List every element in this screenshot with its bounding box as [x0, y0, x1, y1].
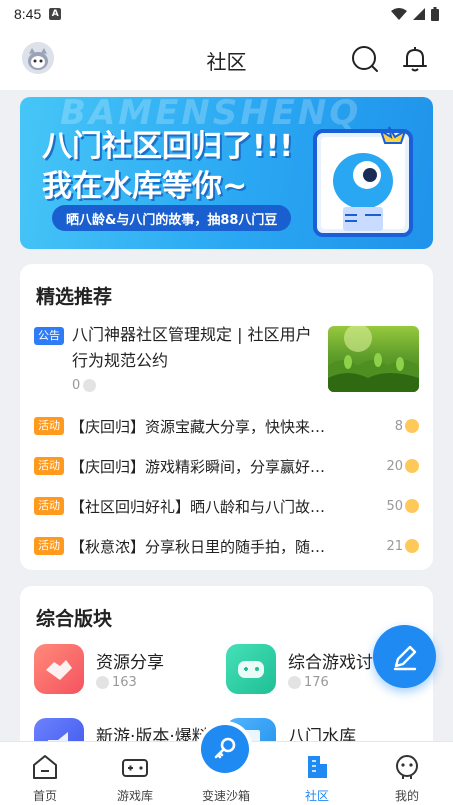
tab-label: 首页 — [32, 789, 57, 803]
pinned-post-thumbnail — [328, 326, 419, 392]
gamepad-icon — [122, 759, 148, 777]
comment-count: 8 — [394, 418, 403, 434]
board-name: 资源分享 — [96, 653, 164, 673]
activity-tag: 活动 — [34, 457, 64, 475]
key-icon — [214, 737, 236, 759]
status-bar: 8:45 A — [0, 0, 453, 28]
status-time: 8:45 — [14, 6, 42, 22]
status-icons — [391, 7, 439, 21]
list-item-title: 【庆回归】资源宝藏大分享，快快来… — [70, 417, 326, 436]
comment-bubble-icon — [83, 379, 97, 392]
banner-caption: 晒八龄&与八门的故事，抽88八门豆 — [52, 205, 292, 231]
boards-section-title: 综合版块 — [36, 608, 113, 630]
comment-bubble-icon — [288, 676, 301, 689]
notice-tag: 公告 — [34, 327, 64, 345]
list-item[interactable]: 活动 【社区回归好礼】晒八龄和与八门故… 50 — [34, 494, 419, 518]
list-item-count: 21 — [386, 539, 419, 554]
tab-label: 变速沙箱 — [201, 789, 250, 803]
compose-post-button[interactable] — [373, 625, 436, 688]
board-count: 176 — [288, 675, 329, 690]
activity-tag: 活动 — [34, 497, 64, 515]
comment-count: 50 — [386, 498, 403, 514]
banner-subheadline: 我在水库等你~ — [42, 169, 248, 204]
activity-tag: 活动 — [34, 417, 64, 435]
comment-bubble-icon — [405, 539, 419, 553]
wifi-icon — [391, 8, 407, 20]
handshake-icon — [34, 644, 84, 694]
featured-section: 精选推荐 公告 八门神器社区管理规定 | 社区用户行为规范公约 0 活动 【庆回… — [20, 264, 433, 570]
signal-icon — [413, 8, 425, 20]
comment-count: 20 — [386, 458, 403, 474]
list-item-count: 50 — [386, 499, 419, 514]
board-count: 163 — [96, 675, 137, 690]
featured-section-title: 精选推荐 — [36, 286, 113, 308]
comment-count: 21 — [386, 538, 403, 554]
list-item-count: 20 — [386, 459, 419, 474]
list-item[interactable]: 活动 【庆回归】游戏精彩瞬间，分享赢好… 20 — [34, 454, 419, 478]
list-item-title: 【社区回归好礼】晒八龄和与八门故… — [70, 497, 326, 516]
list-item-title: 【庆回归】游戏精彩瞬间，分享赢好… — [70, 457, 326, 476]
tab-game-library[interactable]: 游戏库 — [90, 742, 180, 805]
page-title: 社区 — [206, 50, 247, 74]
robot-face-icon — [396, 755, 418, 779]
mascot-illustration-icon — [313, 126, 413, 237]
buildings-icon — [308, 756, 327, 778]
bell-icon[interactable] — [400, 44, 430, 74]
comment-bubble-icon — [96, 676, 109, 689]
home-icon — [33, 755, 57, 779]
board-resource-share[interactable]: 资源分享 163 — [34, 644, 214, 700]
activity-tag: 活动 — [34, 537, 64, 555]
tab-home[interactable]: 首页 — [0, 742, 90, 805]
chat-icon[interactable] — [350, 44, 380, 74]
list-item[interactable]: 活动 【秋意浓】分享秋日里的随手拍，随… 21 — [34, 534, 419, 558]
board-post-count: 163 — [112, 675, 137, 690]
list-item-count: 8 — [395, 419, 419, 434]
banner-headline: 八门社区回归了!!! — [42, 129, 294, 164]
battery-icon — [431, 7, 439, 21]
promo-banner[interactable]: BAMENSHENQ 八门社区回归了!!! 我在水库等你~ 晒八龄&与八门的故事… — [20, 97, 433, 249]
pencil-icon — [393, 645, 416, 670]
tab-profile[interactable]: 我的 — [362, 742, 452, 805]
pinned-post[interactable]: 公告 八门神器社区管理规定 | 社区用户行为规范公约 0 — [34, 322, 419, 402]
comment-bubble-icon — [405, 459, 419, 473]
app-header: 社区 — [0, 28, 453, 90]
comment-bubble-icon — [405, 419, 419, 433]
comment-bubble-icon — [405, 499, 419, 513]
pinned-post-comment-count: 0 — [72, 378, 81, 393]
list-item-title: 【秋意浓】分享秋日里的随手拍，随… — [70, 537, 326, 556]
tab-label: 社区 — [304, 789, 329, 803]
list-item[interactable]: 活动 【庆回归】资源宝藏大分享，快快来… 8 — [34, 414, 419, 438]
speed-sandbox-button[interactable] — [201, 725, 249, 773]
tab-label: 我的 — [394, 789, 419, 803]
gamepad-icon — [226, 644, 276, 694]
tea-field-image-icon — [328, 326, 419, 392]
board-name: 综合游戏讨 — [288, 653, 373, 673]
pinned-post-title: 八门神器社区管理规定 | 社区用户行为规范公约 — [72, 325, 312, 370]
tab-label: 游戏库 — [116, 789, 153, 803]
notification-app-icon: A — [49, 8, 62, 20]
tab-community[interactable]: 社区 — [272, 742, 362, 805]
board-post-count: 176 — [304, 675, 329, 690]
pinned-post-count: 0 — [72, 378, 97, 393]
